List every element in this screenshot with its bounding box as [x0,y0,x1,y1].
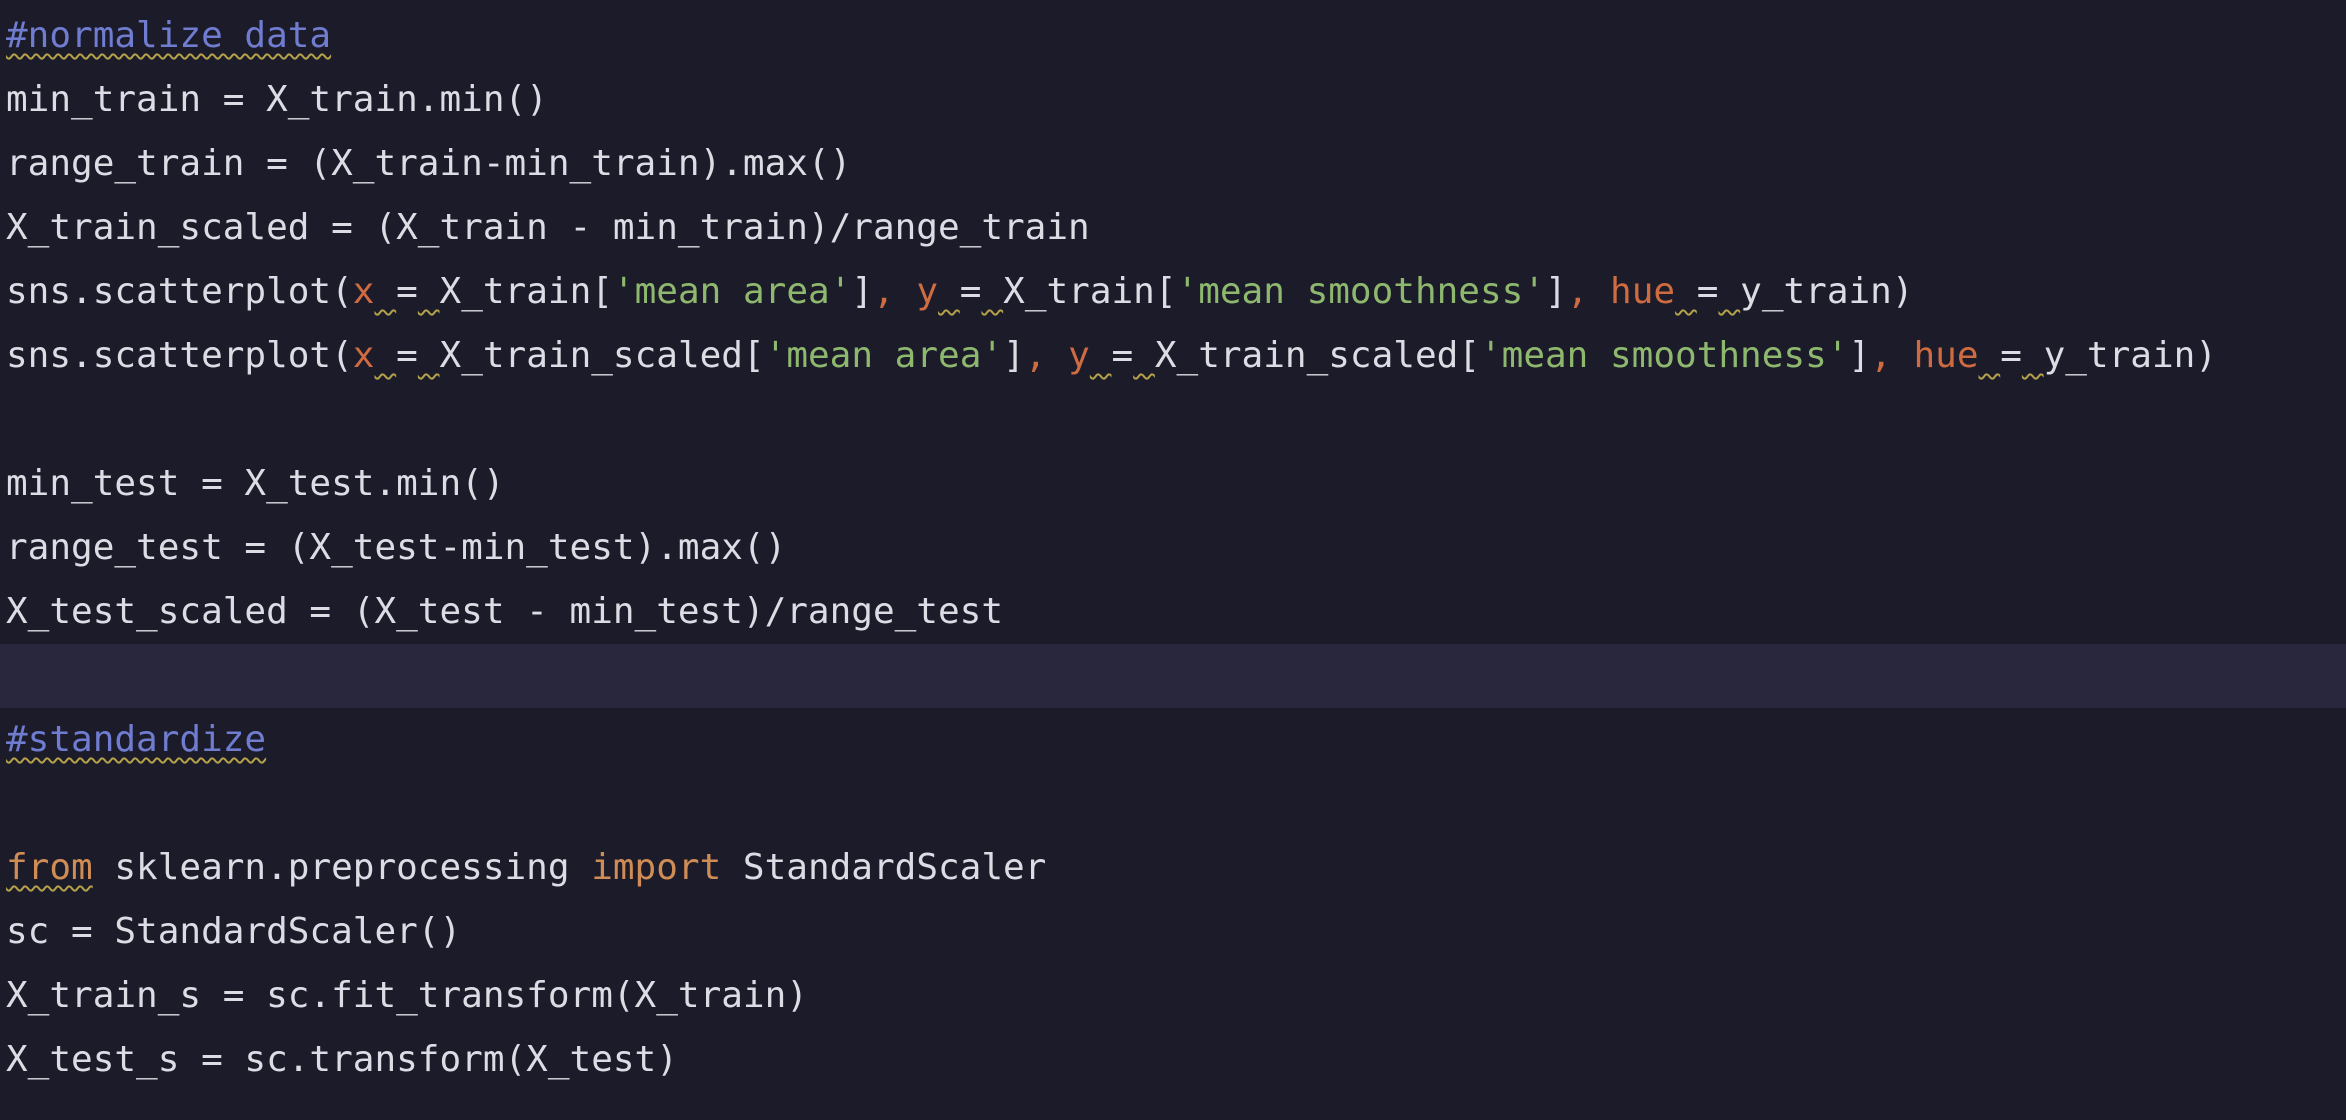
code-token-squig [1675,271,1697,312]
code-token-kw: import [591,847,722,888]
code-line[interactable]: X_train_scaled = (X_train - min_train)/r… [0,196,2346,260]
code-token-plain: X_train_scaled[ [1154,335,1480,376]
code-token-plain: X_test_s = sc.transform(X_test) [6,1039,678,1080]
code-token-plain: X_train_s = sc.fit_transform(X_train) [6,975,808,1016]
code-token-plain: = [396,271,418,312]
code-token-plain: sns.scatterplot( [6,271,353,312]
code-token-plain: sc = StandardScaler() [6,911,462,952]
code-token-plain: = [1696,271,1719,312]
code-token-squig [981,271,1003,312]
code-line[interactable]: range_test = (X_test-min_test).max() [0,516,2346,580]
code-token-plain: StandardScaler [721,847,1047,888]
code-line[interactable]: from sklearn.preprocessing import Standa… [0,836,2346,900]
code-token-plain: X_train[ [1003,271,1177,312]
code-token-comment: #standardize [6,719,267,760]
code-token-string: 'mean area' [612,271,852,312]
code-token-plain: = [1111,335,1134,376]
code-token-plain: ] [1848,335,1871,376]
code-token-plain: y_train) [2043,335,2217,376]
code-token-plain: X_train[ [439,271,613,312]
code-token-plain: sklearn.preprocessing [92,847,592,888]
code-line[interactable] [0,772,2346,836]
code-token-plain: min_train = X_train.min() [6,79,548,120]
code-token-squig [1090,335,1112,376]
code-line[interactable]: range_train = (X_train-min_train).max() [0,132,2346,196]
code-token-param: y [1068,335,1090,376]
code-token-plain: = [2000,335,2022,376]
code-token-plain: X_test_scaled = (X_test - min_test)/rang… [6,591,1003,632]
code-token-orange-punct: , [1566,271,1611,312]
code-token-param: y [916,271,939,312]
code-token-param: hue [1913,335,1979,376]
code-token-comment: #normalize data [6,15,332,56]
code-token-plain: = [396,335,418,376]
code-token-plain: X_train_scaled = (X_train - min_train)/r… [6,207,1090,248]
code-token-plain: ] [851,271,874,312]
code-line[interactable]: #normalize data [0,4,2346,68]
code-line[interactable]: #standardize [0,708,2346,772]
code-token-plain: ] [1003,335,1025,376]
code-token-string: 'mean area' [764,335,1004,376]
code-token-kw-warn: from [6,847,93,888]
code-token-plain: range_test = (X_test-min_test).max() [6,527,787,568]
code-token-orange-punct: , [873,271,917,312]
code-token-squig [374,271,396,312]
code-token-plain: ] [1545,271,1567,312]
code-token-plain: X_train_scaled[ [439,335,765,376]
code-line-current[interactable] [0,644,2346,708]
code-line[interactable]: sc = StandardScaler() [0,900,2346,964]
code-line[interactable]: min_test = X_test.min() [0,452,2346,516]
code-line[interactable] [0,388,2346,452]
code-token-squig [418,271,440,312]
code-token-string: 'mean smoothness' [1479,335,1849,376]
code-line[interactable]: X_test_s = sc.transform(X_test) [0,1028,2346,1092]
code-token-orange-punct: , [1870,335,1914,376]
code-token-squig [1133,335,1155,376]
code-token-squig [1718,271,1740,312]
code-token-param: hue [1610,271,1676,312]
code-line[interactable]: X_train_s = sc.fit_transform(X_train) [0,964,2346,1028]
code-token-string: 'mean smoothness' [1176,271,1545,312]
code-line[interactable]: X_test_scaled = (X_test - min_test)/rang… [0,580,2346,644]
code-token-squig [418,335,440,376]
code-token-plain: range_train = (X_train-min_train).max() [6,143,852,184]
code-editor[interactable]: #normalize data min_train = X_train.min()… [0,0,2346,1120]
code-token-plain: sns.scatterplot( [6,335,353,376]
code-line[interactable]: min_train = X_train.min() [0,68,2346,132]
code-token-orange-punct: , [1024,335,1069,376]
code-token-squig [938,271,960,312]
code-line[interactable]: sns.scatterplot(x = X_train_scaled['mean… [0,324,2346,388]
code-token-squig [2022,335,2044,376]
code-token-param: x [352,335,375,376]
code-token-squig [374,335,396,376]
code-token-plain: = [959,271,982,312]
code-line[interactable]: sns.scatterplot(x = X_train['mean area']… [0,260,2346,324]
code-token-plain: y_train) [1740,271,1914,312]
code-token-plain: min_test = X_test.min() [6,463,505,504]
code-token-squig [1979,335,2001,376]
code-token-param: x [352,271,375,312]
